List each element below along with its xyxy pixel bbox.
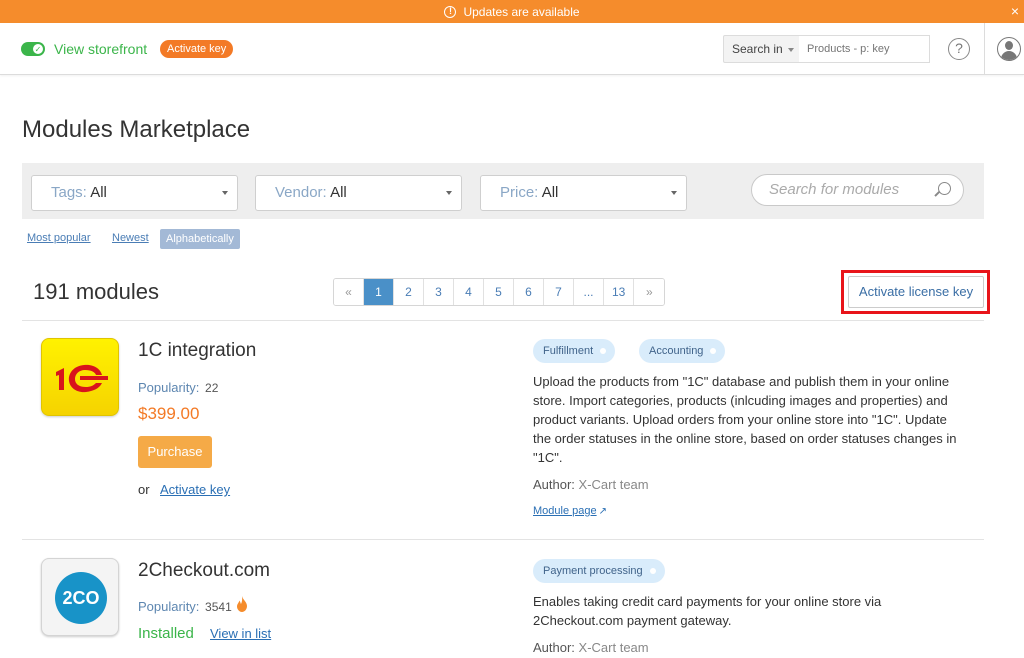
popularity-value: 3541 <box>205 600 232 614</box>
sort-most-popular-link[interactable]: Most popular <box>27 232 91 244</box>
activate-key-badge[interactable]: Activate key <box>160 40 234 58</box>
user-avatar-icon[interactable] <box>997 37 1021 61</box>
or-text: or <box>138 482 150 497</box>
popularity-label: Popularity: <box>138 599 200 614</box>
search-in-label: Search in <box>732 42 783 56</box>
check-icon: ✓ <box>33 44 43 54</box>
external-link-icon: ↗ <box>598 506 607 517</box>
price-filter-label: Price: <box>500 184 539 201</box>
storefront-toggle[interactable]: ✓ <box>21 42 45 56</box>
pagination-prev[interactable]: « <box>334 279 364 305</box>
vendor-filter-value: All <box>330 184 347 201</box>
sort-newest-link[interactable]: Newest <box>112 232 149 244</box>
pagination-next[interactable]: » <box>634 279 665 305</box>
chevron-down-icon <box>671 191 677 195</box>
activate-key-link[interactable]: Activate key <box>160 482 230 497</box>
divider <box>984 23 985 75</box>
tag-badge[interactable]: Accounting <box>639 339 726 363</box>
price-filter-value: All <box>541 184 559 201</box>
author-label: Author: <box>533 640 575 655</box>
pagination: «1 2 3 4 5 6 7... 13» <box>333 278 666 306</box>
popularity-label: Popularity: <box>138 380 200 395</box>
modules-count: 191 modules <box>33 279 159 304</box>
pagination-page[interactable]: 7 <box>544 279 574 305</box>
module-popularity: Popularity: 3541 <box>138 599 232 614</box>
view-in-list-link[interactable]: View in list <box>210 626 271 641</box>
module-author: Author: X-Cart team <box>533 640 649 655</box>
module-search-input[interactable]: Search for modules <box>751 174 964 206</box>
tags-filter-value: All <box>90 184 107 201</box>
tag-label: Payment processing <box>543 565 643 577</box>
updates-notification-bar[interactable]: ! Updates are available × <box>0 0 1024 23</box>
price-filter-select[interactable]: Price: All <box>480 175 687 211</box>
admin-search-input[interactable] <box>799 35 930 63</box>
pagination-page[interactable]: 6 <box>514 279 544 305</box>
divider <box>22 539 984 540</box>
module-name[interactable]: 2Checkout.com <box>138 560 270 582</box>
module-description: Upload the products from "1C" database a… <box>533 374 957 465</box>
author-label: Author: <box>533 477 575 492</box>
info-icon: ! <box>444 5 457 18</box>
search-icon[interactable] <box>938 182 951 195</box>
pagination-page[interactable]: ... <box>574 279 604 305</box>
sort-alphabetically-button[interactable]: Alphabetically <box>160 229 240 249</box>
pagination-page[interactable]: 13 <box>604 279 635 305</box>
pagination-page[interactable]: 1 <box>364 279 394 305</box>
tag-badge[interactable]: Payment processing <box>533 559 665 583</box>
help-icon[interactable]: ? <box>948 38 970 60</box>
vendor-filter-label: Vendor: <box>275 184 327 201</box>
updates-notification-text: Updates are available <box>463 4 580 19</box>
module-page-label: Module page <box>533 505 597 517</box>
module-name[interactable]: 1C integration <box>138 340 256 362</box>
filter-bar: Tags: All Vendor: All Price: All Search … <box>22 163 984 219</box>
fire-icon <box>237 596 247 612</box>
activate-license-key-button[interactable]: Activate license key <box>848 276 984 308</box>
module-search-placeholder: Search for modules <box>769 181 900 198</box>
module-popularity: Popularity: 22 <box>138 380 218 395</box>
2checkout-logo-text: 2CO <box>55 572 107 624</box>
pagination-page[interactable]: 5 <box>484 279 514 305</box>
author-name: X-Cart team <box>578 640 649 655</box>
installed-status: Installed <box>138 625 194 642</box>
module-page-link[interactable]: Module page ↗ <box>533 505 607 517</box>
search-in-dropdown[interactable]: Search in <box>723 35 800 63</box>
pagination-page[interactable]: 2 <box>394 279 424 305</box>
1c-logo-icon[interactable] <box>41 338 119 416</box>
pagination-page[interactable]: 3 <box>424 279 454 305</box>
chevron-down-icon <box>446 191 452 195</box>
top-bar: ✓ View storefront Activate key Search in… <box>0 23 1024 75</box>
vendor-filter-select[interactable]: Vendor: All <box>255 175 462 211</box>
purchase-button[interactable]: Purchase <box>138 436 212 468</box>
page-title: Modules Marketplace <box>22 116 251 143</box>
close-icon[interactable]: × <box>1011 3 1019 19</box>
2checkout-logo-icon[interactable]: 2CO <box>41 558 119 636</box>
module-price: $399.00 <box>138 404 200 423</box>
tag-label: Accounting <box>649 345 704 357</box>
popularity-value: 22 <box>205 381 219 395</box>
view-storefront-link[interactable]: View storefront <box>54 41 147 57</box>
tag-label: Fulfillment <box>543 345 594 357</box>
tags-filter-select[interactable]: Tags: All <box>31 175 238 211</box>
chevron-down-icon <box>222 191 228 195</box>
tags-filter-label: Tags: <box>51 184 87 201</box>
author-name: X-Cart team <box>578 477 649 492</box>
pagination-page[interactable]: 4 <box>454 279 484 305</box>
chevron-down-icon <box>787 47 794 52</box>
module-author: Author: X-Cart team <box>533 477 649 492</box>
divider <box>22 320 984 321</box>
tag-badge[interactable]: Fulfillment <box>533 339 616 363</box>
module-description: Enables taking credit card payments for … <box>533 594 882 628</box>
